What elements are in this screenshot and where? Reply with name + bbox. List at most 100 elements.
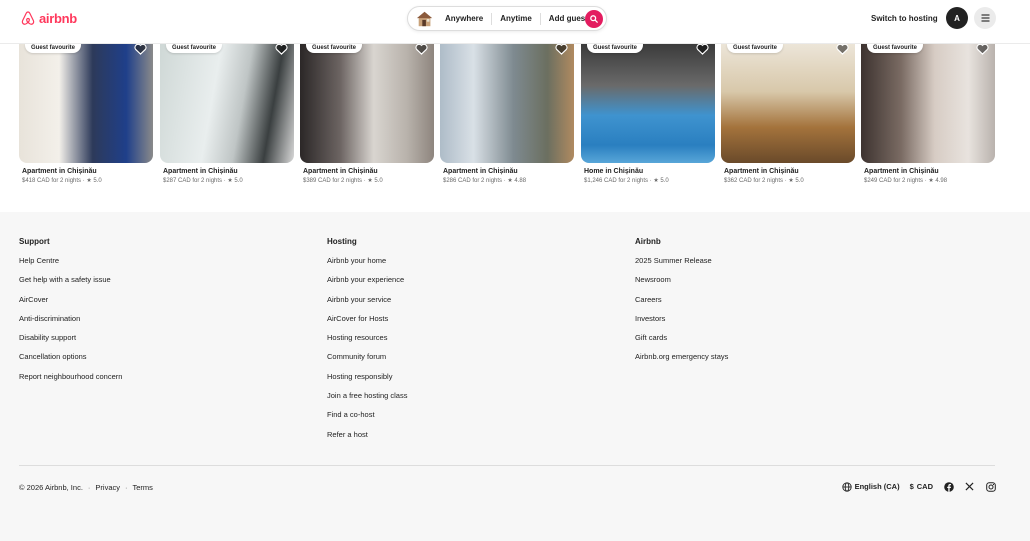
instagram-link[interactable] [985, 481, 996, 492]
footer-link[interactable]: Airbnb your experience [327, 275, 407, 294]
separator-dot: · [87, 483, 91, 492]
switch-to-hosting-link[interactable]: Switch to hosting [871, 14, 938, 23]
brand-name: airbnb [39, 11, 77, 26]
currency-symbol: $ [909, 482, 914, 491]
footer-link[interactable]: Newsroom [635, 275, 728, 294]
footer-link[interactable]: Get help with a safety issue [19, 275, 122, 294]
copyright-text: © 2026 Airbnb, Inc. [19, 483, 83, 492]
hamburger-menu-icon [981, 14, 989, 22]
footer-link[interactable]: Airbnb your service [327, 295, 407, 314]
footer-link[interactable]: AirCover [19, 295, 122, 314]
globe-icon [841, 481, 852, 492]
listing-photo[interactable]: Guest favourite [581, 44, 715, 163]
listing-price-rating: $1,246 CAD for 2 nights · ★ 5.0 [584, 178, 669, 184]
heart-icon[interactable] [836, 44, 849, 55]
listing-title: Apartment in Chișinău [724, 168, 799, 175]
footer-link[interactable]: Help Centre [19, 256, 122, 275]
search-button[interactable] [585, 10, 603, 28]
footer-link[interactable]: Careers [635, 295, 728, 314]
listing-photo[interactable]: Guest favourite [19, 44, 153, 163]
footer-heading: Hosting [327, 237, 357, 246]
terms-link[interactable]: Terms [133, 483, 153, 492]
listings-row: Guest favourite Apartment in Chișinău $4… [0, 44, 1030, 212]
listing-title: Apartment in Chișinău [443, 168, 518, 175]
listing-price-rating: $287 CAD for 2 nights · ★ 5.0 [163, 178, 243, 184]
heart-icon[interactable] [976, 44, 989, 55]
footer-column-airbnb: Airbnb 2025 Summer Release Newsroom Care… [635, 237, 728, 372]
footer-heading: Airbnb [635, 237, 661, 246]
footer-link[interactable]: Community forum [327, 352, 407, 371]
top-header: airbnb Anywhere Anytime Add guests Switc… [0, 0, 1030, 44]
footer-column-support: Support Help Centre Get help with a safe… [19, 237, 122, 391]
guest-favourite-badge: Guest favourite [25, 44, 82, 53]
heart-icon[interactable] [134, 44, 147, 55]
airbnb-logo-icon [21, 11, 35, 25]
site-footer: Support Help Centre Get help with a safe… [0, 212, 1030, 541]
footer-link[interactable]: Report neighbourhood concern [19, 372, 122, 391]
listing-title: Home in Chișinău [584, 168, 644, 175]
separator-dot: · [125, 483, 128, 492]
footer-link[interactable]: 2025 Summer Release [635, 256, 728, 275]
listing-price-rating: $362 CAD for 2 nights · ★ 5.0 [724, 178, 804, 184]
listing-title: Apartment in Chișinău [163, 168, 238, 175]
privacy-link[interactable]: Privacy [95, 483, 120, 492]
facebook-link[interactable] [943, 481, 954, 492]
guest-favourite-badge: Guest favourite [306, 44, 363, 53]
currency-selector[interactable]: $ CAD [910, 482, 933, 491]
footer-legal: © 2026 Airbnb, Inc. · Privacy · Terms [19, 483, 153, 492]
guest-favourite-badge: Guest favourite [727, 44, 784, 53]
listing-title: Apartment in Chișinău [22, 168, 97, 175]
footer-link[interactable]: Airbnb.org emergency stays [635, 352, 728, 371]
house-icon [416, 11, 433, 26]
currency-label: CAD [916, 482, 933, 491]
listing-card[interactable]: Guest favourite Apartment in Chișinău $3… [721, 44, 855, 184]
airbnb-logo[interactable]: airbnb [20, 10, 77, 27]
footer-link[interactable]: Investors [635, 314, 728, 333]
footer-link[interactable]: Join a free hosting class [327, 391, 407, 410]
footer-link[interactable]: Airbnb your home [327, 256, 407, 275]
listing-card[interactable]: Guest favourite Home in Chișinău $1,246 … [581, 44, 715, 184]
listing-card[interactable]: Guest favourite Apartment in Chișinău $2… [160, 44, 294, 184]
listing-photo[interactable]: Guest favourite [160, 44, 294, 163]
listing-photo[interactable]: Guest favourite [861, 44, 995, 163]
search-bar[interactable]: Anywhere Anytime Add guests [407, 6, 607, 31]
search-when[interactable]: Anytime [492, 14, 540, 23]
listing-card[interactable]: Apartment in Chișinău $286 CAD for 2 nig… [440, 44, 574, 184]
footer-link[interactable]: AirCover for Hosts [327, 314, 407, 333]
heart-icon[interactable] [696, 44, 709, 55]
footer-link[interactable]: Refer a host [327, 430, 407, 449]
listing-card[interactable]: Guest favourite Apartment in Chișinău $2… [861, 44, 995, 184]
listing-title: Apartment in Chișinău [303, 168, 378, 175]
guest-favourite-badge: Guest favourite [166, 44, 223, 53]
footer-column-hosting: Hosting Airbnb your home Airbnb your exp… [327, 237, 407, 449]
footer-link[interactable]: Gift cards [635, 333, 728, 352]
x-link[interactable] [964, 481, 975, 492]
listing-photo[interactable] [440, 44, 574, 163]
footer-link[interactable]: Disability support [19, 333, 122, 352]
listing-photo[interactable]: Guest favourite [721, 44, 855, 163]
language-selector[interactable]: English (CA) [841, 481, 900, 492]
listing-card[interactable]: Guest favourite Apartment in Chișinău $4… [19, 44, 153, 184]
avatar[interactable]: A [946, 7, 968, 29]
listing-title: Apartment in Chișinău [864, 168, 939, 175]
footer-settings: English (CA) $ CAD [841, 481, 996, 492]
footer-link[interactable]: Anti-discrimination [19, 314, 122, 333]
footer-link[interactable]: Hosting responsibly [327, 372, 407, 391]
footer-link[interactable]: Hosting resources [327, 333, 407, 352]
footer-divider [19, 465, 995, 466]
heart-icon[interactable] [415, 44, 428, 55]
listing-price-rating: $418 CAD for 2 nights · ★ 5.0 [22, 178, 102, 184]
facebook-icon [943, 481, 954, 492]
footer-link[interactable]: Cancellation options [19, 352, 122, 371]
heart-icon[interactable] [555, 44, 568, 55]
instagram-icon [985, 481, 996, 492]
guest-favourite-badge: Guest favourite [587, 44, 644, 53]
footer-link[interactable]: Find a co-host [327, 410, 407, 429]
listing-price-rating: $249 CAD for 2 nights · ★ 4.98 [864, 178, 948, 184]
listing-card[interactable]: Guest favourite Apartment in Chișinău $3… [300, 44, 434, 184]
heart-icon[interactable] [275, 44, 288, 55]
guest-favourite-badge: Guest favourite [867, 44, 924, 53]
listing-photo[interactable]: Guest favourite [300, 44, 434, 163]
main-menu-button[interactable] [974, 7, 996, 29]
search-where[interactable]: Anywhere [437, 14, 491, 23]
